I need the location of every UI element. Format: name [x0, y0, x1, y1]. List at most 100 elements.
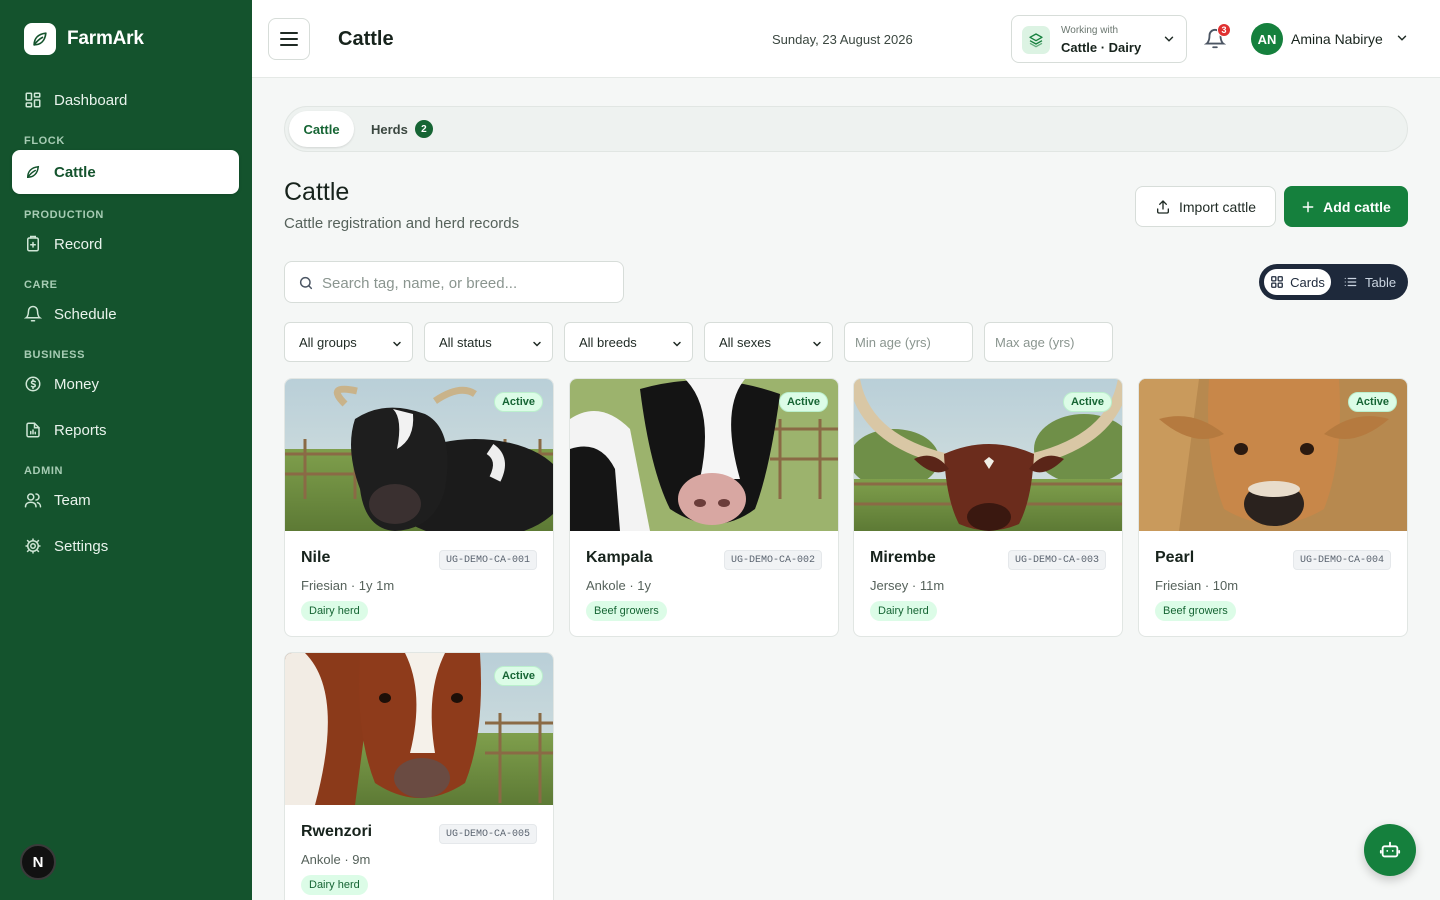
sidebar-item-record[interactable]: Record — [12, 224, 239, 264]
clipboard-plus-icon — [27, 235, 39, 252]
cattle-group-badge: Dairy herd — [301, 875, 368, 895]
chevron-down-icon — [393, 341, 401, 347]
robot-icon — [1379, 841, 1401, 858]
sidebar-section-care: CARE — [24, 279, 58, 291]
brand[interactable]: FarmArk — [24, 23, 144, 55]
current-date: Sunday, 23 August 2026 — [772, 32, 913, 47]
select-value: All groups — [299, 334, 357, 350]
sidebar-section-flock: FLOCK — [24, 135, 65, 147]
status-filter-select[interactable]: All status — [424, 322, 553, 362]
assistant-button[interactable] — [1364, 824, 1416, 876]
avatar[interactable]: AN — [1251, 23, 1283, 55]
breed-filter-select[interactable]: All breeds — [564, 322, 693, 362]
cattle-group-badge: Beef growers — [586, 601, 667, 621]
group-filter-select[interactable]: All groups — [284, 322, 413, 362]
import-cattle-button[interactable]: Import cattle — [1135, 186, 1276, 227]
add-cattle-button[interactable]: Add cattle — [1284, 186, 1408, 227]
sidebar-item-cattle[interactable]: Cattle — [12, 150, 239, 194]
menu-toggle-button[interactable] — [268, 18, 310, 60]
cattle-card[interactable]: Active Pearl UG-DEMO-CA-004 Friesian · 1… — [1138, 378, 1408, 637]
cattle-group-badge: Dairy herd — [301, 601, 368, 621]
context-switcher[interactable]: Working with Cattle · Dairy — [1011, 15, 1187, 63]
cattle-name: Pearl — [1155, 549, 1195, 566]
notification-count-badge: 3 — [1217, 23, 1231, 37]
view-toggle: Cards Table — [1259, 264, 1408, 300]
plus-icon — [1302, 201, 1314, 212]
search-box — [284, 261, 624, 303]
select-value: All breeds — [579, 334, 637, 350]
grid-icon — [1271, 276, 1284, 288]
context-value: Cattle · Dairy — [1061, 40, 1142, 55]
sidebar-item-label: Settings — [54, 537, 109, 555]
cattle-meta: Friesian · 10m — [1155, 578, 1239, 593]
sex-filter-select[interactable]: All sexes — [704, 322, 833, 362]
view-table-button[interactable]: Table — [1343, 267, 1396, 297]
cattle-name: Mirembe — [870, 549, 936, 566]
cattle-card[interactable]: Active Mirembe UG-DEMO-CA-003 Jersey · 1… — [853, 378, 1123, 637]
sidebar-item-team[interactable]: Team — [12, 480, 239, 520]
herds-count-badge: 2 — [414, 120, 433, 138]
user-name[interactable]: Amina Nabirye — [1291, 31, 1383, 47]
sidebar-item-label: Money — [54, 375, 100, 393]
sidebar-item-label: Team — [54, 491, 91, 509]
page-heading: Cattle — [338, 28, 394, 50]
sidebar: FarmArk Dashboard FLOCK Cattle PRODUCTIO… — [0, 0, 252, 900]
select-value: All status — [439, 334, 492, 350]
farmark-logo-icon — [24, 23, 56, 55]
button-label: Add cattle — [1323, 198, 1391, 215]
sidebar-item-schedule[interactable]: Schedule — [12, 294, 239, 334]
chevron-down-icon[interactable] — [1395, 31, 1409, 45]
sidebar-item-label: Record — [54, 235, 103, 253]
sidebar-item-settings[interactable]: Settings — [12, 526, 239, 566]
dev-badge[interactable]: N — [20, 844, 56, 880]
cattle-photo: Active — [285, 653, 553, 805]
bell-icon — [24, 305, 42, 322]
cattle-tag: UG-DEMO-CA-003 — [1007, 550, 1106, 570]
sidebar-item-reports[interactable]: Reports — [12, 410, 239, 450]
context-label: Working with — [1061, 25, 1119, 36]
cattle-photo: Active — [1139, 379, 1407, 531]
cattle-card[interactable]: Active Kampala UG-DEMO-CA-002 Ankole · 1… — [569, 378, 839, 637]
sidebar-item-label: Schedule — [54, 305, 117, 323]
dollar-circle-icon — [25, 376, 41, 392]
hamburger-icon — [280, 32, 298, 46]
cattle-photo: Active — [854, 379, 1122, 531]
page-title: Cattle — [284, 178, 350, 206]
cattle-meta: Ankole · 1y — [586, 578, 652, 593]
cattle-group-badge: Beef growers — [1155, 601, 1236, 621]
gear-icon — [25, 538, 41, 554]
view-cards-label: Cards — [1290, 274, 1325, 290]
page-subtitle: Cattle registration and herd records — [284, 215, 520, 232]
cattle-name: Nile — [301, 549, 331, 566]
cattle-photo: Active — [570, 379, 838, 531]
cattle-meta: Friesian · 1y 1m — [301, 578, 395, 593]
chevron-down-icon — [1164, 36, 1174, 42]
min-age-input[interactable]: Min age (yrs) — [844, 322, 973, 362]
chevron-down-icon — [673, 341, 681, 347]
cattle-card[interactable]: Active Rwenzori UG-DEMO-CA-005 Ankole · … — [284, 652, 554, 900]
tab-herds[interactable]: Herds 2 — [371, 111, 433, 147]
status-badge: Active — [1062, 392, 1112, 412]
max-age-input[interactable]: Max age (yrs) — [984, 322, 1113, 362]
cattle-meta: Ankole · 9m — [301, 852, 371, 867]
sidebar-section-admin: ADMIN — [24, 465, 64, 477]
sidebar-item-dashboard[interactable]: Dashboard — [12, 80, 239, 120]
cattle-tag: UG-DEMO-CA-002 — [723, 550, 822, 570]
cattle-meta: Jersey · 11m — [870, 578, 945, 593]
view-cards-button[interactable]: Cards — [1262, 267, 1333, 297]
cattle-icon — [26, 165, 40, 179]
upload-icon — [1156, 199, 1169, 214]
sidebar-section-production: PRODUCTION — [24, 209, 104, 221]
sidebar-item-money[interactable]: Money — [12, 364, 239, 404]
cattle-card[interactable]: Active Nile UG-DEMO-CA-001 Friesian · 1y… — [284, 378, 554, 637]
search-input[interactable] — [322, 272, 612, 294]
status-badge: Active — [1347, 392, 1397, 412]
search-icon — [299, 276, 313, 290]
sidebar-item-label: Reports — [54, 421, 107, 439]
report-icon — [26, 422, 40, 438]
tab-label: Herds — [371, 121, 408, 137]
tab-cattle[interactable]: Cattle — [289, 111, 354, 147]
view-table-label: Table — [1365, 274, 1397, 290]
list-icon — [1344, 277, 1357, 287]
users-icon — [24, 493, 42, 508]
